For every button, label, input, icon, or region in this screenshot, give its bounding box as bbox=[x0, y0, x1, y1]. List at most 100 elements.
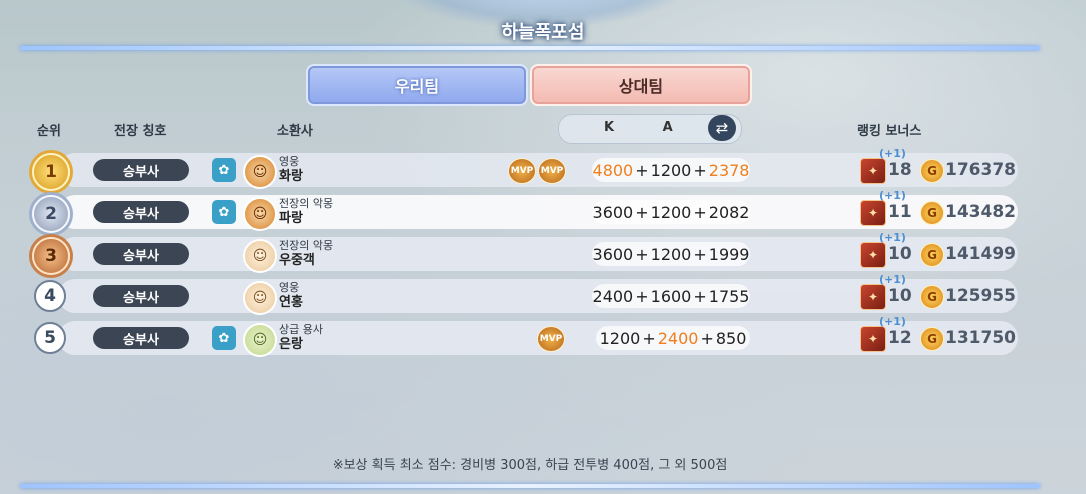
mvp-badge-icon: MVP bbox=[508, 158, 536, 184]
bonus-plus: (+1) bbox=[879, 315, 906, 328]
gold-amount: 125955 bbox=[945, 286, 1016, 306]
score-k: 4800 bbox=[592, 160, 634, 180]
score-a: 1200 bbox=[650, 244, 692, 264]
score-a: 2400 bbox=[657, 328, 699, 348]
battle-title-badge: 승부사 bbox=[93, 159, 189, 181]
bonus-plus: (+1) bbox=[879, 147, 906, 160]
score-a: 1200 bbox=[650, 160, 692, 180]
score-f: 2378 bbox=[708, 160, 750, 180]
book-icon: ✦ bbox=[860, 242, 886, 268]
gold-coin-icon: G bbox=[920, 327, 944, 351]
gold-amount: 176378 bbox=[945, 160, 1016, 180]
gold-coin-icon: G bbox=[920, 285, 944, 309]
summoner-info: 상급 용사 은랑 bbox=[279, 322, 323, 352]
reward-footnote: ※보상 획득 최소 점수: 경비병 300점, 하급 전투병 400점, 그 외… bbox=[332, 458, 728, 473]
tab-our-team[interactable]: 우리팀 bbox=[306, 64, 528, 106]
score-f: 2082 bbox=[708, 202, 750, 222]
plus-sign: + bbox=[693, 286, 707, 306]
gold-amount: 143482 bbox=[945, 202, 1016, 222]
guild-emblem-icon: ✿ bbox=[212, 158, 236, 182]
summoner-name: 화랑 bbox=[279, 169, 303, 184]
summoner-rank-title: 영웅 bbox=[279, 281, 300, 294]
summoner-rank-title: 상급 용사 bbox=[279, 323, 323, 336]
map-title: 하늘폭포섬 bbox=[501, 22, 585, 43]
column-rank: 순위 bbox=[37, 124, 61, 139]
gold-amount: 131750 bbox=[945, 328, 1016, 348]
summoner-avatar[interactable]: ☺ bbox=[243, 281, 277, 315]
footer-divider bbox=[20, 484, 1040, 488]
summoner-info: 영웅 연홍 bbox=[279, 280, 303, 310]
summoner-name: 파랑 bbox=[279, 211, 303, 226]
header-divider bbox=[20, 46, 1040, 50]
plus-sign: + bbox=[693, 244, 707, 264]
score-k: 3600 bbox=[592, 244, 634, 264]
summoner-info: 영웅 화랑 bbox=[279, 154, 303, 184]
book-icon: ✦ bbox=[860, 158, 886, 184]
rank-badge: 5 bbox=[34, 322, 66, 354]
ranking-row[interactable]: 5 승부사 ✿ ☺ 상급 용사 은랑 MVP 1200 +2400 +850 ✦ (+1) 12 G 131… bbox=[18, 315, 1023, 357]
summoner-avatar[interactable]: ☺ bbox=[243, 323, 277, 357]
tab-enemy-team[interactable]: 상대팀 bbox=[530, 64, 752, 106]
kaf-score: 4800 +1200 +2378 bbox=[592, 158, 750, 182]
bonus-count: 11 bbox=[888, 202, 912, 222]
rank-badge: 4 bbox=[34, 280, 66, 312]
score-f: 1999 bbox=[708, 244, 750, 264]
book-icon: ✦ bbox=[860, 200, 886, 226]
column-summoner: 소환사 bbox=[277, 124, 313, 139]
score-a: 1200 bbox=[650, 202, 692, 222]
ranking-row[interactable]: 2 승부사 ✿ ☺ 전장의 악몽 파랑 3600 +1200 +2082 ✦ (+1) 11 G 1434… bbox=[18, 189, 1023, 233]
gold-coin-icon: G bbox=[920, 201, 944, 225]
ranking-row[interactable]: 4 승부사 ☺ 영웅 연홍 2400 +1600 +1755 ✦ (+1) 10 G 125955 bbox=[18, 273, 1023, 315]
gold-coin-icon: G bbox=[920, 243, 944, 267]
summoner-name: 연홍 bbox=[279, 295, 303, 310]
score-k: 2400 bbox=[592, 286, 634, 306]
column-title: 전장 칭호 bbox=[114, 124, 167, 139]
rank-badge: 1 bbox=[32, 153, 70, 191]
plus-sign: + bbox=[635, 202, 649, 222]
kaf-score: 1200 +2400 +850 bbox=[596, 326, 750, 350]
summoner-info: 전장의 악몽 파랑 bbox=[279, 196, 333, 226]
bonus-count: 18 bbox=[888, 160, 912, 180]
plus-sign: + bbox=[635, 244, 649, 264]
plus-sign: + bbox=[635, 286, 649, 306]
plus-sign: + bbox=[635, 160, 649, 180]
kaf-score: 2400 +1600 +1755 bbox=[592, 284, 750, 308]
summoner-rank-title: 영웅 bbox=[279, 155, 300, 168]
column-bonus: 랭킹 보너스 bbox=[857, 124, 922, 139]
score-f: 1755 bbox=[708, 286, 750, 306]
plus-sign: + bbox=[693, 160, 707, 180]
score-k: 1200 bbox=[599, 328, 641, 348]
guild-emblem-icon: ✿ bbox=[212, 200, 236, 224]
kaf-score: 3600 +1200 +2082 bbox=[592, 200, 750, 224]
mvp-badge-icon: MVP bbox=[538, 158, 566, 184]
summoner-info: 전장의 악몽 우중객 bbox=[279, 238, 333, 268]
plus-sign: + bbox=[700, 328, 714, 348]
summoner-name: 은랑 bbox=[279, 337, 303, 352]
kaf-score: 3600 +1200 +1999 bbox=[592, 242, 750, 266]
bonus-count: 10 bbox=[888, 244, 912, 264]
battle-title-badge: 승부사 bbox=[93, 243, 189, 265]
plus-sign: + bbox=[693, 202, 707, 222]
plus-sign: + bbox=[642, 328, 656, 348]
mvp-badge-icon: MVP bbox=[537, 326, 565, 352]
gold-amount: 141499 bbox=[945, 244, 1016, 264]
summoner-rank-title: 전장의 악몽 bbox=[279, 197, 334, 210]
swap-arrow-icon[interactable]: ⇄ bbox=[708, 115, 736, 141]
rank-badge: 3 bbox=[32, 237, 70, 275]
score-a: 1600 bbox=[650, 286, 692, 306]
bonus-plus: (+1) bbox=[879, 189, 906, 202]
battle-title-badge: 승부사 bbox=[93, 327, 189, 349]
summoner-name: 우중객 bbox=[279, 253, 315, 268]
summoner-avatar[interactable]: ☺ bbox=[243, 239, 277, 273]
score-f: 850 bbox=[715, 328, 747, 348]
bonus-count: 12 bbox=[888, 328, 912, 348]
bonus-plus: (+1) bbox=[879, 231, 906, 244]
ranking-row[interactable]: 1 승부사 ✿ ☺ 영웅 화랑 MVP MVP 4800 +1200 +2378 ✦ (+1) 18 G 17… bbox=[18, 147, 1023, 191]
book-icon: ✦ bbox=[860, 284, 886, 310]
summoner-avatar[interactable]: ☺ bbox=[243, 197, 277, 231]
gold-coin-icon: G bbox=[920, 159, 944, 183]
ranking-row[interactable]: 3 승부사 ☺ 전장의 악몽 우중객 3600 +1200 +1999 ✦ (+1) 10 G 1414… bbox=[18, 231, 1023, 275]
guild-emblem-icon: ✿ bbox=[212, 326, 236, 350]
summoner-avatar[interactable]: ☺ bbox=[243, 155, 277, 189]
book-icon: ✦ bbox=[860, 326, 886, 352]
